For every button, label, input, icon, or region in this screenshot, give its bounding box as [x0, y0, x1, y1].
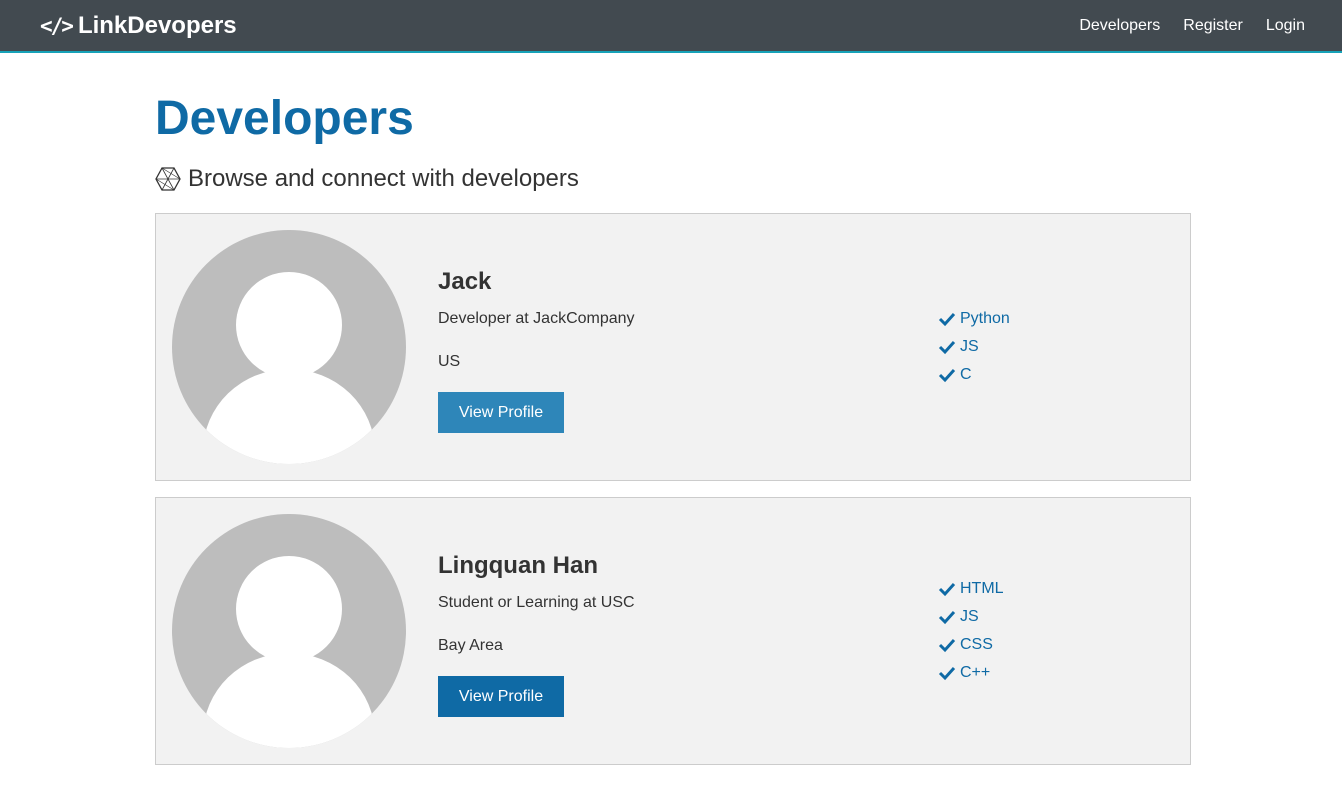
check-icon: [938, 582, 956, 597]
brand-link[interactable]: </> LinkDevopers: [40, 12, 237, 40]
check-icon: [938, 610, 956, 625]
main-content: Developers Browse and connect with devel…: [155, 55, 1191, 781]
profile-card: Lingquan Han Student or Learning at USC …: [155, 497, 1191, 765]
skill-label: C++: [960, 664, 991, 681]
brand-name: LinkDevopers: [77, 11, 237, 39]
page-title: Developers: [155, 92, 414, 145]
profile-location: Bay Area: [438, 637, 503, 654]
skill-label: HTML: [960, 580, 1004, 597]
default-user-icon: [203, 272, 375, 464]
profile-name: Jack: [438, 268, 492, 295]
view-profile-button[interactable]: View Profile: [438, 676, 564, 717]
profile-location: US: [438, 353, 461, 370]
check-icon: [938, 638, 956, 653]
skill-label: CSS: [960, 636, 993, 653]
nav-link-login[interactable]: Login: [1266, 17, 1305, 35]
skill-item: C++: [938, 659, 1004, 687]
profile-name: Lingquan Han: [438, 552, 598, 579]
page-lead: Browse and connect with developers: [155, 165, 1191, 193]
nav-link-register[interactable]: Register: [1183, 17, 1243, 35]
skill-item: JS: [938, 333, 1010, 361]
page-lead-text: Browse and connect with developers: [188, 165, 579, 192]
navbar: </> LinkDevopers Developers Register Log…: [0, 0, 1342, 53]
skill-item: HTML: [938, 575, 1004, 603]
skill-item: Python: [938, 305, 1010, 333]
skill-item: CSS: [938, 631, 1004, 659]
skill-item: C: [938, 361, 1010, 389]
skills-list: HTML JS CSS C++: [938, 575, 1004, 687]
check-icon: [938, 368, 956, 383]
profile-status: Developer at JackCompany: [438, 310, 635, 327]
profile-status: Student or Learning at USC: [438, 594, 635, 611]
nav-links: Developers Register Login: [1079, 17, 1305, 35]
view-profile-button[interactable]: View Profile: [438, 392, 564, 433]
nav-link-developers[interactable]: Developers: [1079, 17, 1160, 35]
default-user-icon: [203, 556, 375, 748]
connectdevelop-icon: [155, 167, 181, 191]
skill-label: Python: [960, 310, 1010, 327]
skills-list: Python JS C: [938, 305, 1010, 389]
profile-card: Jack Developer at JackCompany US View Pr…: [155, 213, 1191, 481]
check-icon: [938, 312, 956, 327]
skill-label: JS: [960, 608, 979, 625]
skill-item: JS: [938, 603, 1004, 631]
code-icon: </>: [40, 13, 74, 38]
skill-label: JS: [960, 338, 979, 355]
avatar: [172, 230, 406, 464]
skill-label: C: [960, 366, 972, 383]
check-icon: [938, 340, 956, 355]
check-icon: [938, 666, 956, 681]
avatar: [172, 514, 406, 748]
